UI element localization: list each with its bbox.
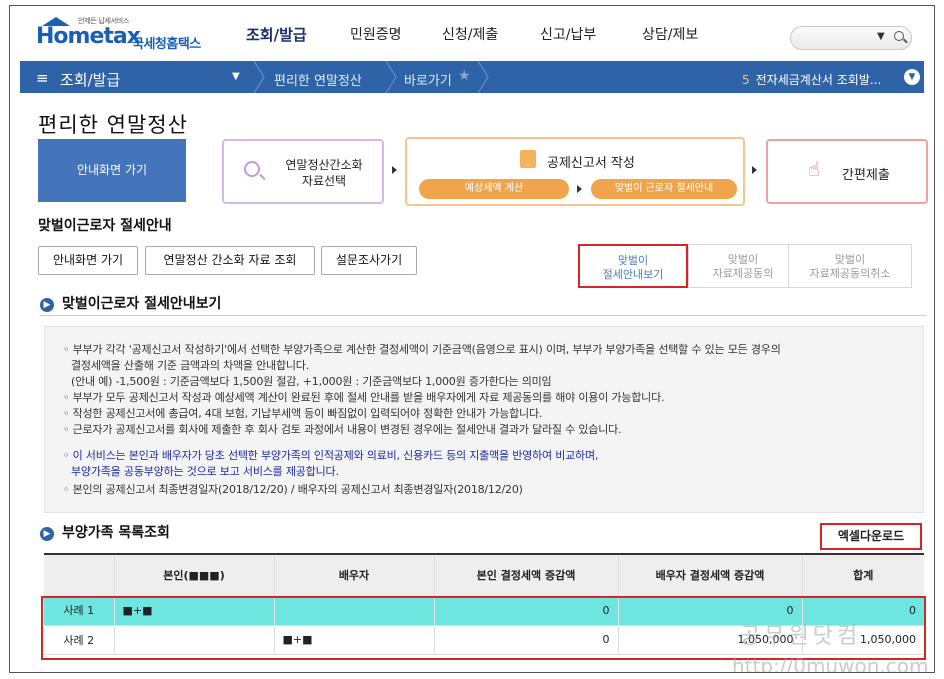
col-header-self: 본인(■■■)	[113, 553, 274, 596]
watermark-text: 공무원닷컴	[740, 624, 862, 649]
section-heading-guide: ▶ 맞벌이근로자 절세안내보기	[40, 293, 221, 313]
hometax-logo[interactable]: 언제든 납세서비스 Hometax 국세청홈택스	[36, 16, 216, 52]
info-box: ◦ 부부가 각각 '공제신고서 작성하기'에서 선택한 부양가족으로 계산한 결…	[44, 326, 924, 513]
top-navigation: 언제든 납세서비스 Hometax 국세청홈택스 조회/발급 민원증명 신청/제…	[10, 6, 934, 56]
logo-brand-en: Hometax	[36, 24, 141, 49]
breadcrumb-current[interactable]: 편리한 연말정산	[274, 70, 362, 89]
bullet-arrow-icon: ▶	[40, 527, 54, 541]
chevron-down-circle-icon[interactable]: ▼	[904, 69, 920, 85]
section-subtitle: 맞벌이근로자 절세안내	[38, 218, 172, 234]
info-line-highlight: ◦ 이 서비스는 본인과 배우자가 당초 선택한 부양가족의 인적공제와 의료비…	[63, 449, 599, 462]
notice-text: 전자세금계산서 조회발...	[755, 73, 882, 87]
info-line-highlight: 부양가족을 공동부양하는 것으로 보고 서비스를 제공합니다.	[71, 465, 339, 478]
step-simplified-data[interactable]: 연말정산간소화 자료선택	[222, 139, 384, 204]
arrow-right-icon	[392, 166, 397, 174]
nav-item-apply[interactable]: 신청/제출	[442, 24, 498, 44]
arrow-right-icon	[577, 185, 582, 193]
estimated-tax-pill[interactable]: 예상세액 계산	[419, 179, 569, 199]
step2-title: 공제신고서 작성	[547, 156, 635, 171]
step1-label: 연말정산간소화 자료선택	[285, 158, 363, 188]
section-selector[interactable]: 조회/발급	[60, 69, 120, 90]
chevron-down-icon[interactable]: ▼	[877, 31, 885, 42]
divider	[40, 315, 926, 316]
dual-income-pill[interactable]: 맞벌이 근로자 절세안내	[591, 179, 737, 199]
col-header-self-tax: 본인 결정세액 증감액	[433, 553, 618, 596]
guide-screen-link-button[interactable]: 안내화면 가기	[38, 246, 138, 275]
nav-item-report[interactable]: 신고/납부	[540, 24, 596, 44]
info-line: ◦ 본인의 공제신고서 최종변경일자(2018/12/20) / 배우자의 공제…	[63, 483, 523, 496]
table-header-row: 본인(■■■) 배우자 본인 결정세액 증감액 배우자 결정세액 증감액 합계	[44, 553, 924, 596]
bullet-arrow-icon: ▶	[40, 298, 54, 312]
col-header-case	[44, 553, 114, 596]
search-box[interactable]: ▼	[790, 26, 912, 50]
step-deduction-form[interactable]: 공제신고서 작성 예상세액 계산 맞벌이 근로자 절세안내	[405, 137, 745, 206]
col-header-spouse-tax: 배우자 결정세액 증감액	[617, 553, 802, 596]
step3-label: 간편제출	[842, 168, 890, 183]
tab-consent-cancel[interactable]: 맞벌이 자료제공동의취소	[788, 244, 912, 288]
hand-pointer-icon: ☝	[808, 157, 821, 181]
nav-item-certificate[interactable]: 민원증명	[350, 24, 402, 44]
nav-item-consult[interactable]: 상담/제보	[642, 24, 698, 44]
menu-icon[interactable]: ≡	[36, 69, 49, 87]
breadcrumb-separator-icon	[253, 61, 265, 93]
step-easy-submit[interactable]: ☝ 간편제출	[766, 139, 928, 204]
shortcut-link[interactable]: 바로가기	[404, 70, 452, 89]
nav-item-inquiry[interactable]: 조회/발급	[246, 24, 307, 45]
document-edit-icon	[520, 150, 536, 168]
location-bar: ≡ 조회/발급 ▼ 편리한 연말정산 바로가기 ★ 5 전자세금계산서 조회발..…	[20, 61, 924, 93]
breadcrumb-separator-icon	[385, 61, 397, 93]
guide-screen-button[interactable]: 안내화면 가기	[38, 139, 186, 202]
info-line: ◦ 부부가 모두 공제신고서 작성과 예상세액 계산이 완료된 후에 절세 안내…	[63, 391, 665, 404]
info-line: 결정세액을 산출해 기준 금액과의 차액을 안내합니다.	[71, 359, 310, 372]
notice-ticker[interactable]: 5 전자세금계산서 조회발...	[742, 71, 881, 88]
browser-frame: 언제든 납세서비스 Hometax 국세청홈택스 조회/발급 민원증명 신청/제…	[9, 5, 935, 673]
star-icon[interactable]: ★	[458, 68, 471, 84]
info-line: ◦ 근로자가 공제신고서를 회사에 제출한 후 회사 검토 과정에서 내용이 변…	[63, 423, 622, 436]
breadcrumb-separator-icon	[477, 61, 489, 93]
info-line: ◦ 부부가 각각 '공제신고서 작성하기'에서 선택한 부양가족으로 계산한 결…	[63, 343, 781, 356]
watermark-url: http://0muwon.com	[732, 654, 929, 673]
section-heading-dependents: ▶ 부양가족 목록조회	[40, 522, 170, 542]
notice-number: 5	[742, 73, 750, 87]
info-line: ◦ 작성한 공제신고서에 총급여, 4대 보험, 기납부세액 등이 빠짐없이 입…	[63, 407, 543, 420]
search-icon[interactable]	[894, 31, 904, 41]
simplified-data-button[interactable]: 연말정산 간소화 자료 조회	[145, 246, 315, 275]
dropdown-icon[interactable]: ▼	[232, 71, 240, 82]
col-header-total: 합계	[801, 553, 924, 596]
info-line: (안내 예) -1,500원 : 기준금액보다 1,500원 절감, +1,00…	[71, 375, 552, 388]
page-title: 편리한 연말정산	[38, 113, 188, 137]
col-header-spouse: 배우자	[273, 553, 434, 596]
survey-button[interactable]: 설문조사가기	[321, 246, 417, 275]
tab-tax-guide[interactable]: 맞벌이 절세안내보기	[578, 244, 688, 288]
logo-brand-kr: 국세청홈택스	[132, 37, 201, 52]
magnifier-icon	[244, 161, 260, 177]
tab-data-consent[interactable]: 맞벌이 자료제공동의	[688, 244, 798, 288]
excel-download-button[interactable]: 엑셀다운로드	[820, 523, 922, 550]
arrow-right-icon	[752, 166, 757, 174]
